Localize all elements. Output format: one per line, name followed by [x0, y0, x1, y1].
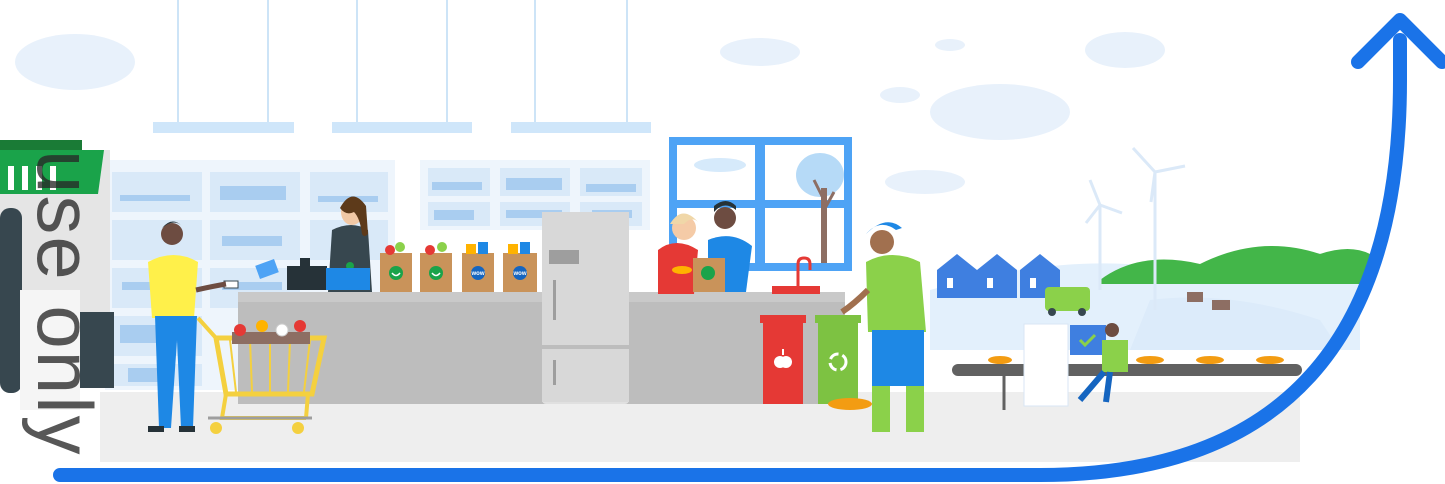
grocery-bags: wow wow [380, 242, 537, 292]
landscape [930, 146, 1370, 350]
illustration-svg: wow wow [0, 0, 1445, 482]
houses [937, 254, 1060, 298]
bag-label: wow [513, 271, 527, 277]
bin-red [760, 315, 806, 404]
refrigerator [542, 212, 629, 404]
bag-label: wow [471, 271, 485, 277]
light-bars [153, 122, 651, 133]
illustration: wow wow use only [0, 0, 1445, 484]
ceiling-lights [177, 0, 628, 122]
watermark-text: use only [21, 150, 109, 457]
